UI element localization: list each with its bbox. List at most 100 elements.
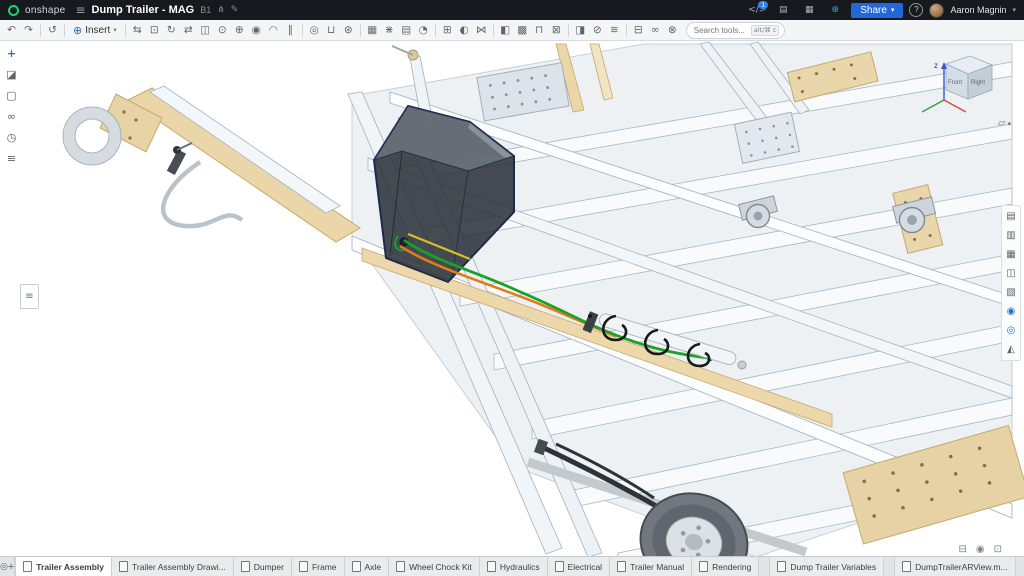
tab-axle[interactable]: Axle [345,557,390,576]
appearance-panel-icon[interactable]: ◪ [6,69,16,81]
language-globe-icon[interactable]: ⊕ [825,5,845,15]
configurations-icon[interactable]: ⊗ [664,22,681,39]
tab-electrical[interactable]: Electrical [548,557,610,576]
trailer-scene: Front Right Z [0,41,1024,557]
fastened-mate-icon[interactable]: ⊡ [146,22,163,39]
notification-badge: 1 [758,1,768,9]
screenshot-icon[interactable]: ◉ [976,544,985,555]
fullscreen-icon[interactable]: ⊡ [994,544,1002,555]
selection-panel-icon[interactable]: ◉ [1007,306,1016,317]
user-avatar[interactable] [929,3,944,18]
insert-icon: ⊕ [73,24,82,37]
drawing-doc-icon [119,561,128,572]
toolbar-separator [435,24,436,37]
tab-dump-trailer-variables[interactable]: Dump Trailer Variables [769,557,884,576]
bom-table-icon[interactable]: ▤ [1006,211,1015,222]
left-tool-strip: + ◪ ▢ ∞ ◷ ≡ [3,48,20,165]
part-doc-icon [396,561,405,572]
link-icon[interactable]: ∞ [7,111,16,123]
part-doc-icon [299,561,308,572]
onshape-logo-icon[interactable] [8,5,19,16]
frame-icon[interactable]: ⊟ [630,22,647,39]
tool-search[interactable]: alt/⌘ c [686,22,786,39]
visualization-icon[interactable]: ◎ [1007,325,1016,336]
user-name[interactable]: Aaron Magnin [950,5,1006,15]
pin-slot-mate-icon[interactable]: ⊕ [231,22,248,39]
tab-manager-icon[interactable]: ◎ [0,557,8,576]
add-tab-button[interactable]: + [8,557,15,576]
named-positions-icon[interactable]: ⊞ [439,22,456,39]
branch-icon[interactable]: ⋔ [217,5,225,15]
cylindrical-mate-icon[interactable]: ⊙ [214,22,231,39]
view-cube-front-label[interactable]: Front [948,80,962,86]
interference-icon[interactable]: ⊠ [548,22,565,39]
assembly-toolbar: ↶ ↷ ↺ ⊕ Insert ▾ ⇆ ⊡ ↻ ⇄ ◫ ⊙ ⊕ ◉ ◠ ∥ ◎ ⊔… [0,20,1024,41]
tab-wheel-chock-kit[interactable]: Wheel Chock Kit [389,557,480,576]
belt-icon[interactable]: ∞ [647,22,664,39]
mate-icon[interactable]: ⇆ [129,22,146,39]
document-doc-icon [617,561,626,572]
measure-icon[interactable]: ▩ [514,22,531,39]
hole-icon[interactable]: ⊘ [589,22,606,39]
toolbar-separator [360,24,361,37]
revolute-mate-icon[interactable]: ↻ [163,22,180,39]
mass-properties-icon[interactable]: ⊓ [531,22,548,39]
exploded-view-icon[interactable]: ⋈ [473,22,490,39]
group-icon[interactable]: ⊔ [323,22,340,39]
tab-dumptrailer-ar-view[interactable]: DumpTrailerARView.m... [894,557,1015,576]
circular-pattern-icon[interactable]: ⋇ [381,22,398,39]
app-store-icon[interactable]: ▦ [799,5,819,15]
share-button[interactable]: Share ▾ [851,3,903,18]
view-cube-right-label[interactable]: Right [971,80,985,86]
refresh-button[interactable]: ↺ [44,22,61,39]
instance-panel-toggle[interactable]: ≡ [20,284,39,309]
move-tool-icon[interactable]: + [7,48,16,60]
3d-viewport[interactable]: Front Right Z [0,41,1024,557]
topbar: onshape ≡ Dump Trailer - MAG B1 ⋔ ✎ </> … [0,0,1024,20]
tangent-mate-icon[interactable]: ◠ [265,22,282,39]
history-icon[interactable]: ◷ [7,132,17,144]
display-mode-button[interactable]: ▱ ▾ [998,118,1011,129]
comment-icon[interactable]: ▢ [6,90,16,102]
mate-connector-icon[interactable]: ◎ [306,22,323,39]
feature-list-icon[interactable]: ≡ [7,153,16,165]
document-title[interactable]: Dump Trailer - MAG [92,4,195,16]
redo-button[interactable]: ↷ [20,22,37,39]
replicate-icon[interactable]: ▤ [398,22,415,39]
material-icon[interactable]: ◫ [1006,268,1015,279]
tab-trailer-manual[interactable]: Trailer Manual [610,557,692,576]
tab-trailer-assembly[interactable]: Trailer Assembly [15,557,112,576]
learning-center-icon[interactable]: ▤ [773,5,793,15]
slider-mate-icon[interactable]: ⇄ [180,22,197,39]
tab-hydraulics[interactable]: Hydraulics [480,557,548,576]
print-icon[interactable]: ⊟ [958,544,966,555]
tab-trailer-assembly-drawing[interactable]: Trailer Assembly Drawi... [112,557,234,576]
sheet-metal-icon[interactable]: ≋ [606,22,623,39]
help-button[interactable]: ? [909,3,923,17]
properties-icon[interactable]: ▧ [1006,287,1015,298]
main-menu-icon[interactable]: ≡ [75,3,85,17]
undo-button[interactable]: ↶ [3,22,20,39]
tab-dumper[interactable]: Dumper [234,557,292,576]
custom-table-icon[interactable]: ▦ [1006,249,1015,260]
search-input[interactable] [692,25,748,36]
linear-pattern-icon[interactable]: ▦ [364,22,381,39]
version-label[interactable]: B1 [200,5,211,15]
measure-panel-icon[interactable]: ◭ [1007,344,1015,355]
tab-frame[interactable]: Frame [292,557,345,576]
tab-rendering[interactable]: Rendering [692,557,759,576]
user-menu-caret-icon[interactable]: ▾ [1012,6,1016,14]
ball-mate-icon[interactable]: ◉ [248,22,265,39]
configuration-panel-icon[interactable]: ▥ [1006,230,1015,241]
appearance-icon[interactable]: ◨ [572,22,589,39]
section-view-icon[interactable]: ◧ [497,22,514,39]
rename-icon[interactable]: ✎ [231,5,239,15]
code-feedback-icon[interactable]: </> 1 [747,5,767,15]
snapshot-icon[interactable]: ◔ [415,22,432,39]
assembly-doc-icon [23,561,32,572]
planar-mate-icon[interactable]: ◫ [197,22,214,39]
display-states-icon[interactable]: ◐ [456,22,473,39]
mate-relation-icon[interactable]: ⊛ [340,22,357,39]
parallel-mate-icon[interactable]: ∥ [282,22,299,39]
insert-button[interactable]: ⊕ Insert ▾ [68,22,122,39]
